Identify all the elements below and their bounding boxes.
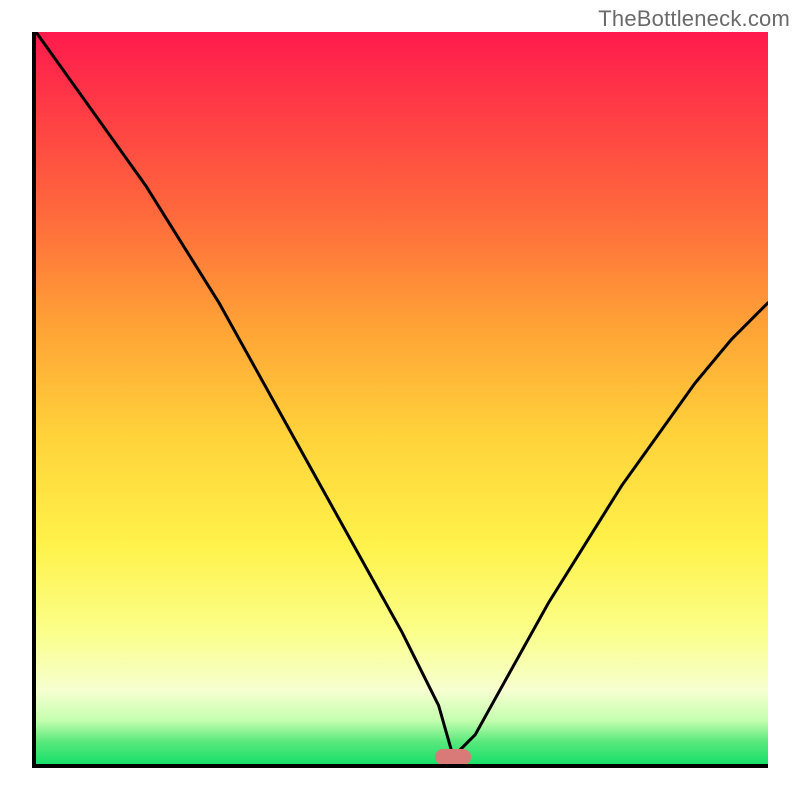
curve-svg xyxy=(36,32,768,764)
plot-area xyxy=(32,32,768,768)
optimal-marker xyxy=(435,749,471,765)
watermark-text: TheBottleneck.com xyxy=(598,6,790,32)
bottleneck-curve-path xyxy=(36,32,768,757)
bottleneck-chart: TheBottleneck.com xyxy=(0,0,800,800)
